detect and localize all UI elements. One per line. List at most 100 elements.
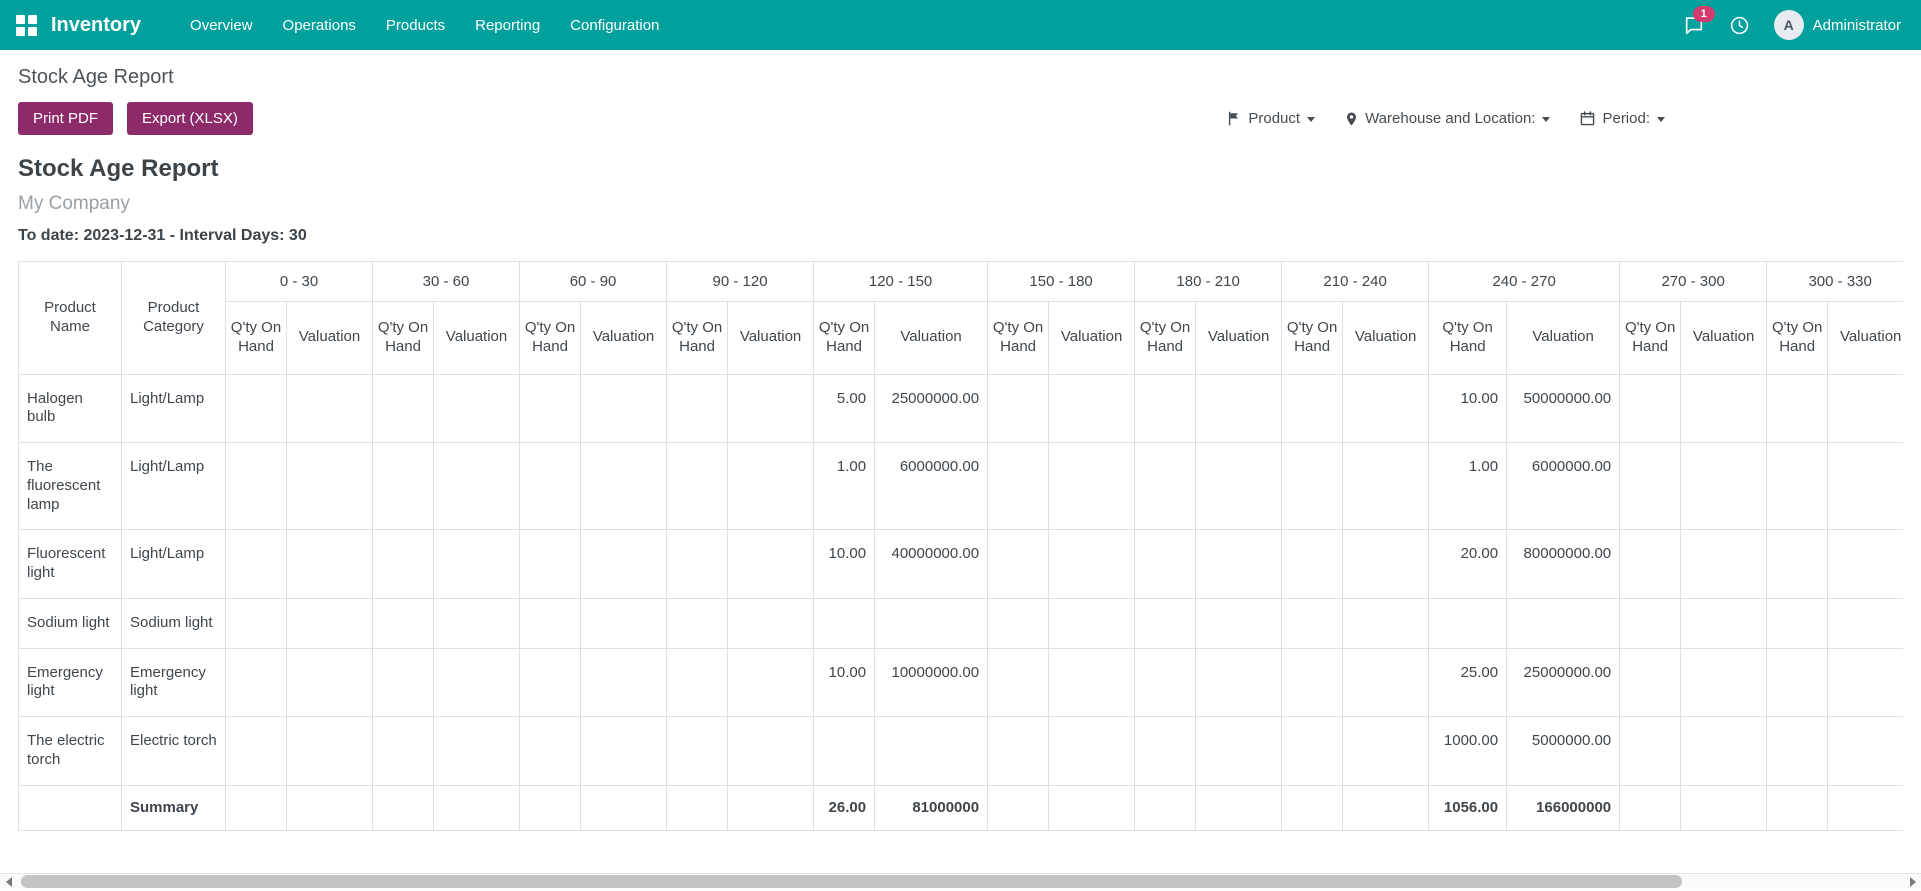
- cell-valuation: [1048, 373, 1136, 443]
- report-date-line: To date: 2023-12-31 - Interval Days: 30: [18, 227, 307, 244]
- summary-valuation: [1680, 784, 1768, 832]
- scroll-left-arrow[interactable]: [0, 874, 17, 889]
- cell-valuation: [433, 529, 521, 599]
- menu-item-configuration[interactable]: Configuration: [555, 0, 674, 50]
- cell-product-category: Sodium light: [121, 597, 226, 649]
- cell-valuation: [1680, 373, 1768, 443]
- cell-valuation: [285, 441, 374, 531]
- cell-valuation: [1342, 597, 1430, 649]
- cell-qty-on-hand: [1766, 597, 1829, 649]
- cell-qty-on-hand: [1619, 647, 1682, 717]
- summary-qty-on-hand: [1766, 784, 1829, 832]
- menu-item-operations[interactable]: Operations: [268, 0, 371, 50]
- cell-qty-on-hand: [225, 597, 287, 649]
- warehouse-filter-dropdown[interactable]: Warehouse and Location:: [1345, 110, 1551, 127]
- apps-grid-icon[interactable]: [16, 14, 37, 36]
- cell-valuation: [285, 647, 374, 717]
- table-row: Emergency light Emergency light 10.00 10000…: [18, 647, 1903, 717]
- col-header-product-name: Product Name: [18, 261, 122, 375]
- cell-valuation: [1195, 373, 1283, 443]
- cell-valuation: 6000000.00: [874, 441, 989, 531]
- cell-qty-on-hand: [225, 441, 287, 531]
- menu-item-overview[interactable]: Overview: [175, 0, 268, 50]
- summary-valuation: 81000000: [874, 784, 989, 832]
- scrollbar-thumb[interactable]: [21, 875, 1682, 888]
- cell-qty-on-hand: [987, 373, 1050, 443]
- app-name[interactable]: Inventory: [51, 14, 141, 37]
- cell-valuation: [1342, 647, 1430, 717]
- cell-valuation: 10000000.00: [874, 647, 989, 717]
- cell-valuation: [1195, 597, 1283, 649]
- messages-badge: 1: [1692, 6, 1715, 22]
- cell-valuation: 25000000.00: [874, 373, 989, 443]
- summary-qty-on-hand: [1134, 784, 1197, 832]
- col-header-valuation: Valuation: [433, 301, 521, 375]
- cell-qty-on-hand: [372, 529, 435, 599]
- messages-button[interactable]: 1: [1683, 6, 1715, 36]
- stock-age-table: Product Name Product Category 0 - 30 30 - 6…: [18, 261, 1903, 832]
- activities-button[interactable]: [1729, 15, 1750, 36]
- calendar-icon: [1581, 111, 1595, 126]
- period-filter-dropdown[interactable]: Period:: [1580, 110, 1665, 127]
- col-header-interval: 210 - 240: [1281, 261, 1430, 302]
- summary-valuation: [1827, 784, 1903, 832]
- cell-product-name: The electric torch: [18, 716, 122, 786]
- summary-qty-on-hand: [372, 784, 435, 832]
- cell-product-category: Light/Lamp: [121, 373, 226, 443]
- cell-valuation: [433, 597, 521, 649]
- horizontal-scrollbar[interactable]: [0, 873, 1921, 889]
- cell-valuation: [1342, 441, 1430, 531]
- cell-qty-on-hand: [372, 441, 435, 531]
- col-header-interval: 60 - 90: [519, 261, 668, 302]
- table-row: The fluorescent lamp Light/Lamp 1.00 600000…: [18, 441, 1903, 531]
- clock-icon: [1730, 16, 1748, 34]
- cell-valuation: [580, 597, 668, 649]
- cell-qty-on-hand: [372, 716, 435, 786]
- cell-valuation: [1827, 647, 1903, 717]
- main-content: Stock Age Report Print PDF Export (XLSX)…: [0, 50, 1921, 832]
- cell-qty-on-hand: [519, 647, 582, 717]
- summary-qty-on-hand: 1056.00: [1428, 784, 1508, 832]
- summary-qty-on-hand: [225, 784, 287, 832]
- cell-qty-on-hand: 25.00: [1428, 647, 1508, 717]
- menu-item-reporting[interactable]: Reporting: [460, 0, 555, 50]
- cell-qty-on-hand: [666, 529, 729, 599]
- period-filter-label: Period:: [1602, 110, 1650, 127]
- table-row: Sodium light Sodium light: [18, 597, 1903, 649]
- cell-valuation: [1827, 441, 1903, 531]
- product-filter-dropdown[interactable]: Product: [1227, 110, 1316, 127]
- user-menu[interactable]: A Administrator: [1773, 10, 1901, 40]
- page-header: Stock Age Report Print PDF Export (XLSX)…: [0, 50, 1921, 135]
- cell-qty-on-hand: [519, 529, 582, 599]
- cell-qty-on-hand: [225, 716, 287, 786]
- cell-qty-on-hand: [987, 716, 1050, 786]
- summary-qty-on-hand: [1281, 784, 1344, 832]
- cell-valuation: [285, 529, 374, 599]
- cell-valuation: [1342, 529, 1430, 599]
- scroll-right-arrow[interactable]: [1904, 874, 1921, 889]
- col-header-qty: Q'ty On Hand: [1619, 301, 1682, 375]
- user-name: Administrator: [1812, 16, 1901, 34]
- cell-qty-on-hand: 1.00: [1428, 441, 1508, 531]
- page-title: Stock Age Report: [18, 66, 174, 88]
- col-header-interval: 150 - 180: [987, 261, 1136, 302]
- cell-valuation: [1342, 373, 1430, 443]
- cell-product-category: Emergency light: [121, 647, 226, 717]
- cell-qty-on-hand: [1619, 373, 1682, 443]
- export-xlsx-button[interactable]: Export (XLSX): [127, 102, 253, 135]
- menu-item-products[interactable]: Products: [371, 0, 460, 50]
- cell-valuation: 6000000.00: [1506, 441, 1621, 531]
- cell-product-name: Emergency light: [18, 647, 122, 717]
- cell-valuation: [1195, 529, 1283, 599]
- cell-qty-on-hand: [1134, 647, 1197, 717]
- company-name: My Company: [18, 193, 130, 214]
- cell-valuation: [1195, 716, 1283, 786]
- col-header-valuation: Valuation: [1827, 301, 1903, 375]
- cell-qty-on-hand: [1766, 529, 1829, 599]
- cell-qty-on-hand: [987, 647, 1050, 717]
- cell-valuation: [727, 529, 815, 599]
- cell-qty-on-hand: [987, 529, 1050, 599]
- print-pdf-button[interactable]: Print PDF: [18, 102, 114, 135]
- cell-qty-on-hand: [1281, 716, 1344, 786]
- scrollbar-track[interactable]: [17, 874, 1904, 889]
